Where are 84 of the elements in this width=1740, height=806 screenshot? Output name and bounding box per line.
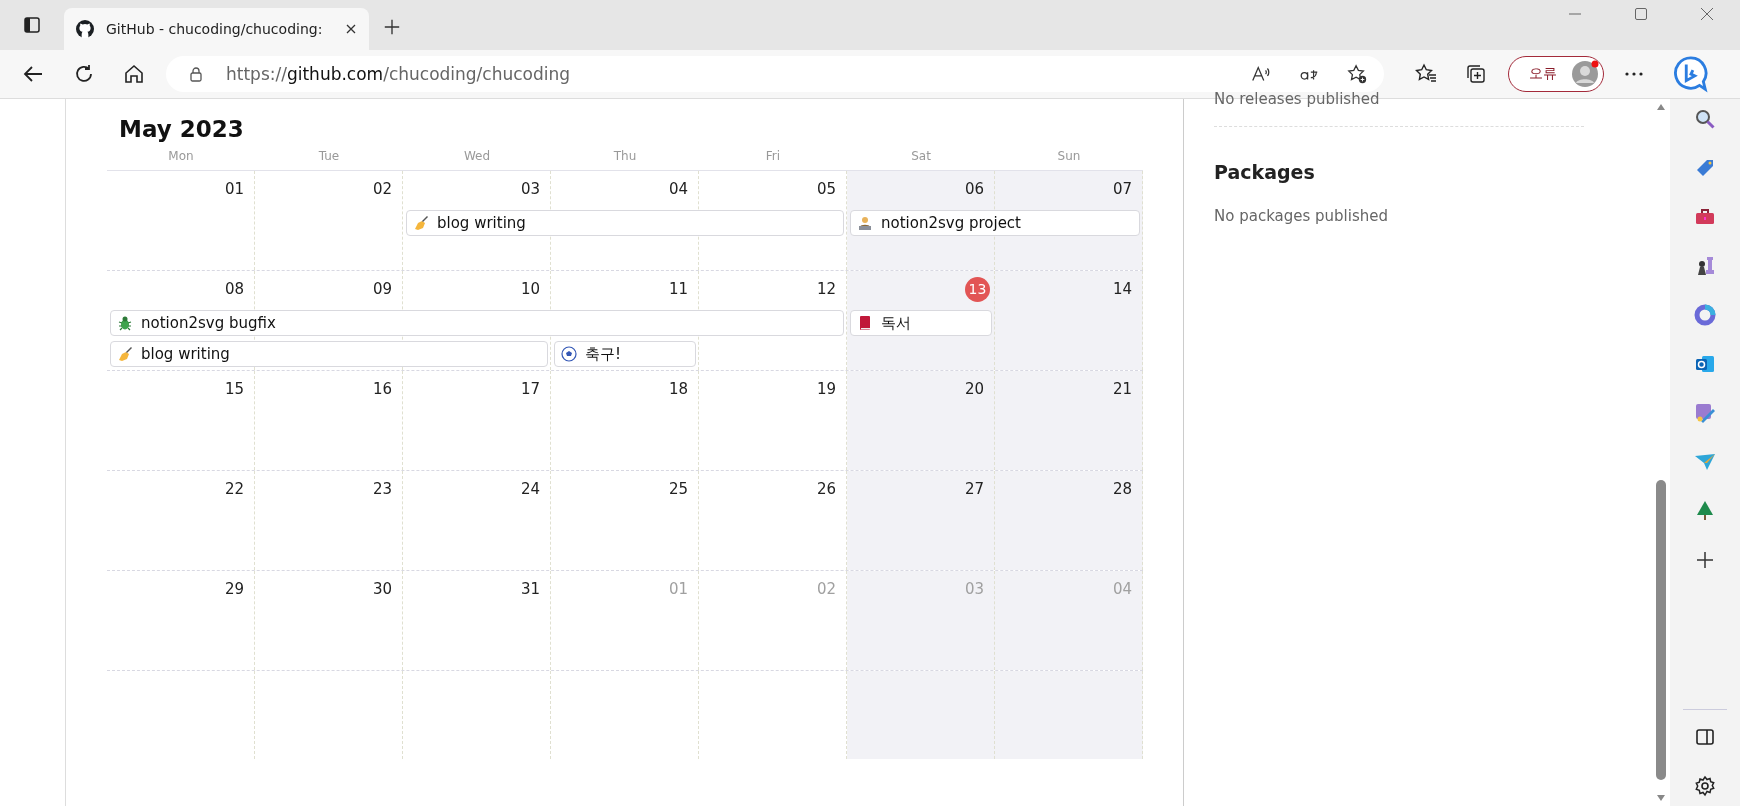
github-logo-icon [76,20,94,38]
day-number: 19 [816,380,836,398]
day-number: 23 [372,480,392,498]
weekday-label: Fri [764,149,782,163]
calendar-event[interactable]: 독서 [850,310,992,336]
day-number: 30 [372,580,392,598]
address-bar[interactable]: https://github.com/chucoding/chucoding [166,56,1384,92]
day-number: 01 [224,180,244,198]
bug-icon [117,315,133,331]
new-tab-icon[interactable] [383,18,401,36]
day-number: 07 [1112,180,1132,198]
url-text: https://github.com/chucoding/chucoding [226,64,571,84]
day-number: 08 [224,280,244,298]
day-number: 03 [520,180,540,198]
today-marker: 13 [965,277,990,302]
browser-tab[interactable]: GitHub - chucoding/chucoding: [64,8,369,50]
day-number: 31 [520,580,540,598]
close-icon[interactable] [345,23,357,35]
paint-icon[interactable] [1693,401,1717,425]
day-number: 20 [964,380,984,398]
event-title: 독서 [881,313,911,333]
calendar-event[interactable]: blog writing [110,341,548,367]
home-icon[interactable] [122,62,146,86]
maximize-icon[interactable] [1634,7,1648,21]
day-number: 10 [520,280,540,298]
chat-bubble-icon[interactable] [1672,55,1710,93]
avatar-icon [1571,60,1599,88]
day-number: 11 [668,280,688,298]
calendar-event[interactable]: notion2svg project [850,210,1140,236]
day-number: 17 [520,380,540,398]
calendar-event[interactable]: 축구! [554,341,696,367]
weekday-label: Wed [462,149,492,163]
soccer-ball-icon [561,346,577,362]
section-heading: Packages [1214,161,1316,183]
day-number: 03 [964,580,984,598]
scroll-up-icon[interactable] [1656,103,1666,111]
day-number: 25 [668,480,688,498]
person-at-desk-icon [857,215,873,231]
packages-empty-text: No packages published [1214,207,1390,225]
day-number: 21 [1112,380,1132,398]
settings-icon[interactable] [1693,774,1717,798]
day-number: 26 [816,480,836,498]
day-number: 12 [816,280,836,298]
day-number: 18 [668,380,688,398]
weekday-label: Tue [317,149,341,163]
event-title: 축구! [585,344,621,364]
day-number: 28 [1112,480,1132,498]
weekday-label: Thu [612,149,638,163]
calendar-event[interactable]: notion2svg bugfix [110,310,844,336]
calendar-event[interactable]: blog writing [406,210,844,236]
tab-title: GitHub - chucoding/chucoding: [106,21,324,37]
weekday-label: Sun [1056,149,1082,163]
event-title: notion2svg bugfix [141,314,276,332]
search-icon[interactable] [1693,107,1717,131]
day-number: 09 [372,280,392,298]
event-title: notion2svg project [881,214,1021,232]
scrollbar-thumb[interactable] [1656,480,1666,780]
add-favorite-icon[interactable] [1346,63,1368,85]
day-number: 02 [372,180,392,198]
event-title: blog writing [141,345,230,363]
collections-icon[interactable] [1464,62,1488,86]
day-number: 06 [964,180,984,198]
day-number: 14 [1112,280,1132,298]
profile-button[interactable]: 오류 [1508,56,1604,92]
weekday-label: Mon [167,149,195,163]
day-number: 27 [964,480,984,498]
scroll-down-icon[interactable] [1656,794,1666,802]
lock-icon [188,66,204,82]
day-number: 29 [224,580,244,598]
day-number: 15 [224,380,244,398]
day-number: 22 [224,480,244,498]
event-title: blog writing [437,214,526,232]
day-number: 04 [668,180,688,198]
month-title: May 2023 [118,115,245,142]
day-number: 24 [520,480,540,498]
book-icon [857,315,873,331]
day-number: 04 [1112,580,1132,598]
day-number: 05 [816,180,836,198]
day-number: 16 [372,380,392,398]
day-number: 01 [668,580,688,598]
weekday-label: Sat [910,149,932,163]
releases-empty-text: No releases published [1214,90,1381,108]
tab-actions-icon[interactable] [22,15,42,35]
day-number: 02 [816,580,836,598]
